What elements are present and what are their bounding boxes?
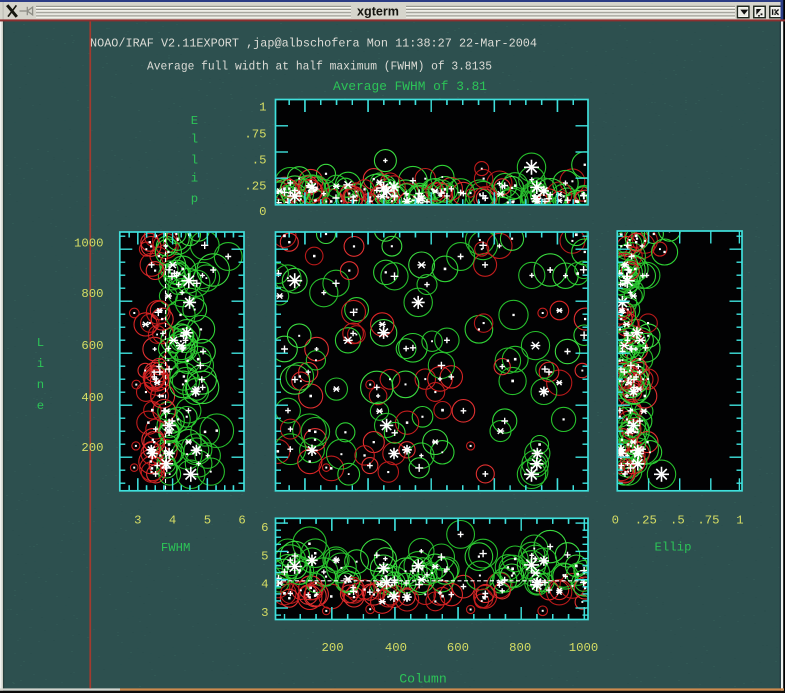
svg-text:.25: .25 — [244, 180, 266, 194]
svg-text:600: 600 — [81, 339, 103, 353]
svg-text:l: l — [191, 133, 198, 147]
svg-text:Ellip: Ellip — [655, 541, 692, 555]
svg-text:200: 200 — [322, 641, 344, 655]
svg-text:0: 0 — [259, 205, 266, 219]
svg-text:e: e — [37, 399, 44, 413]
svg-text:.75: .75 — [244, 127, 266, 141]
svg-text:5: 5 — [261, 550, 268, 564]
svg-text:400: 400 — [385, 641, 407, 655]
svg-text:xgterm: xgterm — [357, 5, 399, 19]
svg-text:.5: .5 — [670, 513, 685, 527]
svg-text:200: 200 — [81, 441, 103, 455]
svg-text:3: 3 — [134, 513, 141, 527]
svg-text:6: 6 — [238, 513, 245, 527]
svg-text:Average FWHM of 3.81: Average FWHM of 3.81 — [333, 80, 487, 94]
svg-text:4: 4 — [261, 578, 268, 592]
svg-text:1000: 1000 — [74, 237, 104, 251]
svg-text:5: 5 — [204, 513, 211, 527]
svg-text:NOAO/IRAF V2.11EXPORT ,jap@alb: NOAO/IRAF V2.11EXPORT ,jap@albschofera M… — [90, 37, 537, 51]
svg-text:800: 800 — [509, 641, 531, 655]
svg-text:400: 400 — [81, 391, 103, 405]
svg-text:4: 4 — [169, 513, 176, 527]
svg-text:.5: .5 — [252, 154, 267, 168]
svg-text:3: 3 — [261, 606, 268, 620]
svg-text:0: 0 — [612, 513, 619, 527]
svg-text:Average full width at half max: Average full width at half maximum (FWHM… — [147, 60, 492, 74]
svg-text:1000: 1000 — [569, 641, 599, 655]
svg-text:i: i — [37, 357, 44, 371]
svg-text:E: E — [191, 114, 198, 128]
svg-text:600: 600 — [447, 641, 469, 655]
svg-text:L: L — [37, 336, 44, 350]
svg-text:800: 800 — [81, 287, 103, 301]
svg-text:.25: .25 — [635, 513, 657, 527]
svg-text:1: 1 — [736, 513, 743, 527]
svg-text:6: 6 — [261, 521, 268, 535]
svg-text:Column: Column — [399, 672, 446, 687]
svg-text:p: p — [191, 192, 198, 206]
svg-text:l: l — [191, 154, 198, 168]
svg-text:1: 1 — [259, 101, 266, 115]
svg-text:i: i — [191, 172, 198, 186]
svg-text:n: n — [37, 378, 44, 392]
svg-text:.75: .75 — [697, 513, 719, 527]
svg-text:FWHM: FWHM — [161, 541, 191, 555]
